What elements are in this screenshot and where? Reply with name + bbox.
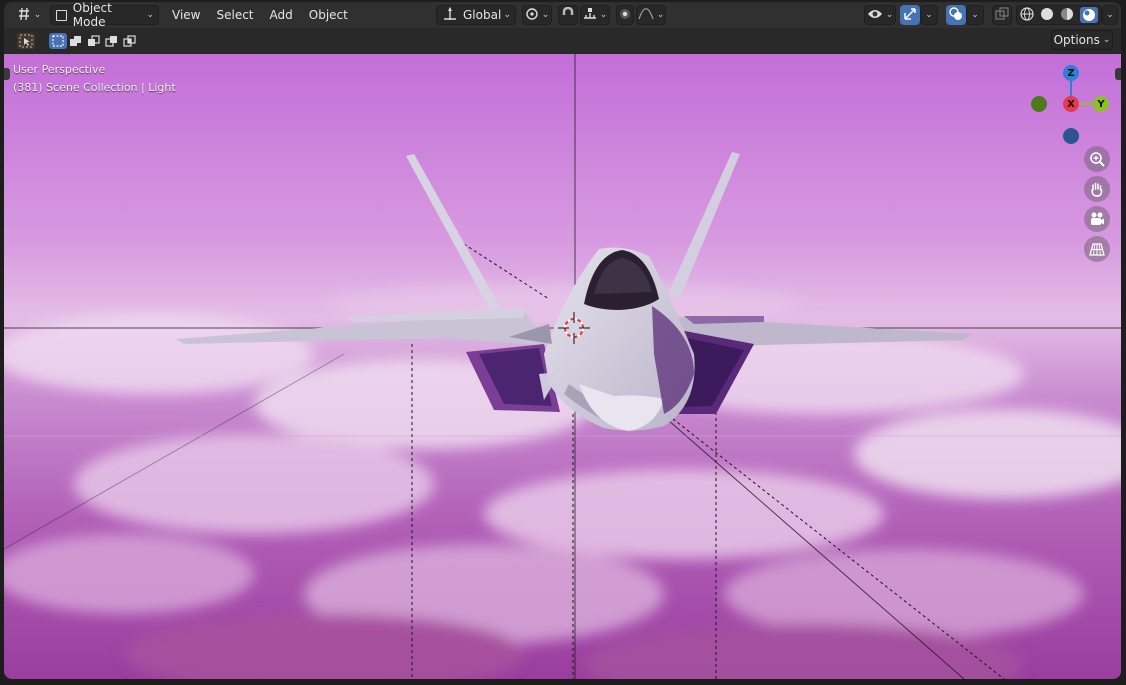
solid-shading-icon[interactable] — [1040, 7, 1054, 24]
chevron-down-icon: ⌄ — [599, 10, 608, 20]
snap-increment-icon — [583, 7, 597, 24]
chevron-down-icon: ⌄ — [925, 10, 933, 20]
menu-select[interactable]: Select — [208, 5, 261, 25]
snap-target-button[interactable]: ⌄ — [580, 5, 610, 25]
chevron-down-icon: ⌄ — [885, 10, 894, 20]
pivot-icon — [525, 7, 539, 24]
chevron-down-icon: ⌄ — [656, 10, 665, 20]
select-intersect-icon[interactable] — [121, 33, 139, 49]
chevron-down-icon: ⌄ — [971, 10, 979, 20]
orientation-label: Global — [463, 8, 502, 22]
overlays-dropdown[interactable]: ⌄ — [966, 5, 984, 25]
overlays-toggle[interactable] — [946, 5, 966, 25]
xray-icon — [995, 6, 1009, 24]
select-invert-icon[interactable] — [103, 33, 121, 49]
wireframe-shading-icon[interactable] — [1020, 6, 1034, 24]
shading-dropdown[interactable]: ⌄ — [1102, 5, 1118, 25]
gizmo-x-axis[interactable]: X — [1063, 96, 1079, 112]
select-tool-icon[interactable] — [17, 33, 35, 49]
object-mode-icon — [56, 9, 67, 21]
proportional-editing-icon — [619, 8, 631, 23]
rendered-shading-icon[interactable] — [1080, 7, 1098, 23]
chevron-down-icon: ⌄ — [146, 10, 154, 20]
mode-selector[interactable]: Object Mode ⌄ — [50, 2, 159, 29]
chevron-down-icon: ⌄ — [503, 10, 511, 20]
viewport-editor-icon — [17, 7, 31, 24]
object-visibility-button[interactable]: ⌄ — [864, 5, 896, 25]
menu-view[interactable]: View — [164, 5, 208, 25]
gizmo-toggle[interactable] — [900, 5, 920, 25]
blender-3d-viewport: User Perspective (381) Scene Collection … — [4, 2, 1121, 679]
gizmo-neg-y-axis[interactable] — [1031, 96, 1047, 112]
select-extend-icon[interactable] — [67, 33, 85, 49]
zoom-icon[interactable] — [1084, 146, 1110, 172]
menu-add[interactable]: Add — [262, 5, 301, 25]
snap-toggle[interactable] — [558, 5, 578, 25]
toolbar-region-toggle[interactable] — [4, 68, 10, 80]
selection-mode-group — [48, 32, 140, 50]
select-subtract-icon[interactable] — [85, 33, 103, 49]
sidebar-region-toggle[interactable] — [1115, 68, 1121, 80]
tool-settings-bar: Options ⌄ — [4, 28, 1121, 54]
proportional-editing-toggle[interactable] — [616, 5, 634, 25]
orientation-icon — [443, 6, 457, 24]
gizmo-dropdown[interactable]: ⌄ — [920, 5, 938, 25]
scene-render — [4, 54, 1121, 679]
chevron-down-icon: ⌄ — [33, 10, 42, 20]
material-preview-icon[interactable] — [1060, 7, 1074, 24]
eye-icon — [867, 8, 883, 23]
shading-mode-group — [1016, 5, 1102, 25]
gizmo-arrows-icon — [903, 7, 917, 24]
proportional-falloff-button[interactable]: ⌄ — [636, 5, 666, 25]
chevron-down-icon: ⌄ — [541, 10, 550, 20]
camera-icon[interactable] — [1084, 206, 1110, 232]
pan-hand-icon[interactable] — [1084, 176, 1110, 202]
gizmo-z-axis[interactable]: Z — [1063, 65, 1079, 81]
xray-toggle[interactable] — [992, 5, 1012, 25]
chevron-down-icon: ⌄ — [1106, 10, 1114, 20]
navigation-gizmo[interactable]: Z Y X — [1030, 62, 1114, 146]
chevron-down-icon: ⌄ — [1102, 35, 1111, 45]
pivot-point-button[interactable]: ⌄ — [522, 5, 552, 25]
mode-label: Object Mode — [72, 2, 112, 29]
viewport-canvas[interactable]: User Perspective (381) Scene Collection … — [4, 54, 1121, 679]
viewport-header: ⌄ Object Mode ⌄ View Select Add Object G… — [4, 2, 1121, 29]
header-menus: View Select Add Object — [164, 5, 356, 25]
perspective-label: User Perspective — [13, 63, 106, 76]
falloff-curve-icon — [638, 7, 654, 23]
editor-type-button[interactable]: ⌄ — [12, 5, 46, 25]
magnet-icon — [561, 6, 575, 24]
grid-ortho-icon[interactable] — [1084, 236, 1110, 262]
gizmo-neg-z-axis[interactable] — [1063, 128, 1079, 144]
overlays-icon — [949, 6, 963, 24]
select-new-icon[interactable] — [49, 33, 67, 49]
gizmo-y-axis[interactable]: Y — [1093, 96, 1109, 112]
collection-label: (381) Scene Collection | Light — [13, 81, 176, 94]
menu-object[interactable]: Object — [301, 5, 356, 25]
options-label: Options — [1053, 33, 1100, 47]
orientation-selector[interactable]: Global ⌄ — [436, 5, 516, 25]
options-dropdown[interactable]: Options ⌄ — [1051, 30, 1113, 50]
